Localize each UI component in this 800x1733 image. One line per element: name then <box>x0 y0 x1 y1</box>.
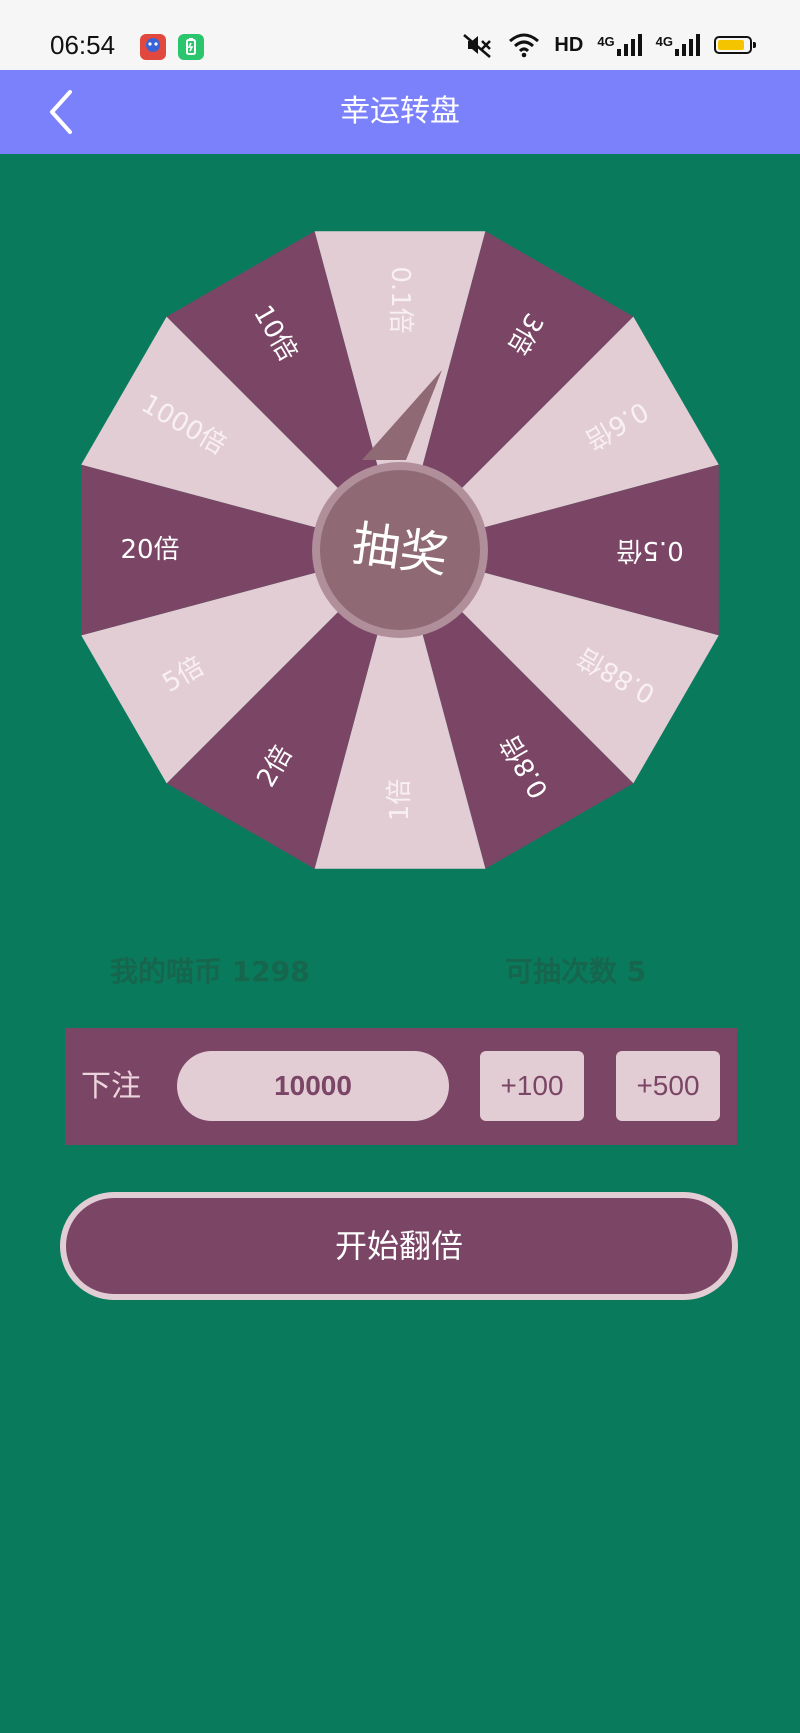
bet-panel: 下注 +100 +500 <box>65 1028 737 1145</box>
status-time: 06:54 <box>50 30 116 60</box>
wheel-segment-label: 20倍 <box>120 535 179 565</box>
app-header: 幸运转盘 <box>0 70 800 154</box>
lucky-wheel: 0.1倍 3倍0.6倍0.5倍0.88倍0.8倍1倍2倍5倍20倍1000倍10倍… <box>81 231 719 869</box>
battery-icon <box>714 36 756 54</box>
draws-remaining: 可抽次数 5 <box>505 955 647 988</box>
signal-label-1: 4G <box>597 34 615 49</box>
add-100-button[interactable]: +100 <box>480 1051 584 1121</box>
wifi-icon <box>509 33 540 58</box>
add-500-button[interactable]: +500 <box>616 1051 720 1121</box>
spin-button[interactable]: 抽奖 <box>312 462 488 638</box>
battery-fill <box>718 40 744 50</box>
baidu-app-icon <box>140 34 166 60</box>
status-bar: 06:54 HD 4G 4G <box>0 0 800 70</box>
wheel-segment-label: 1倍 <box>385 779 415 822</box>
bet-label: 下注 <box>81 1069 141 1104</box>
network-label: HD <box>554 33 584 56</box>
wheel-segment-label: 0.5倍 <box>616 535 683 565</box>
status-right-group: HD 4G 4G <box>460 30 756 60</box>
bet-amount-input[interactable] <box>177 1051 449 1121</box>
signal-icon: 4G <box>597 34 642 56</box>
signal-icon-2: 4G <box>656 34 700 56</box>
signal-label-2: 4G <box>655 34 673 49</box>
start-doubling-button[interactable]: 开始翻倍 <box>60 1192 738 1300</box>
screen: 06:54 HD 4G 4G 幸运转盘 0.1倍 3倍 0.6倍 0.5倍 0.… <box>0 0 800 1733</box>
wheel-segment-label: 0.1倍 <box>385 266 415 333</box>
my-coins: 我的喵币 1298 <box>110 955 310 988</box>
page-title: 幸运转盘 <box>340 94 460 129</box>
mute-icon <box>463 34 492 58</box>
battery-saver-app-icon <box>178 34 204 60</box>
